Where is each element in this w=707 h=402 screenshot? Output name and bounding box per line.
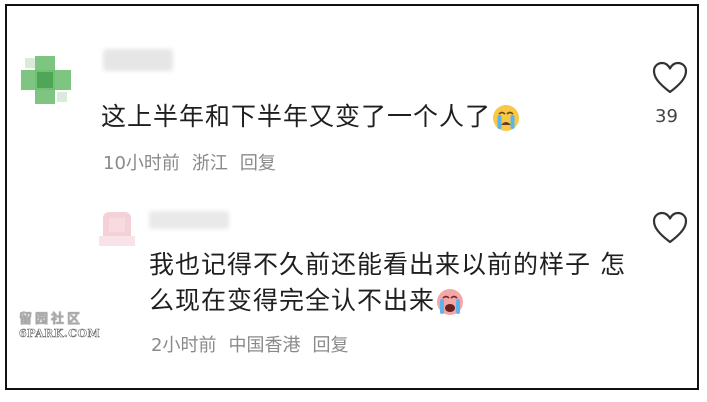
reply-button[interactable]: 回复: [312, 335, 348, 356]
watermark-logo: 留园社区 6PARK.COM: [19, 308, 100, 340]
avatar[interactable]: [95, 206, 139, 250]
location: 浙江: [191, 153, 228, 174]
heart-icon[interactable]: [652, 61, 688, 95]
comment-text: 这上半年和下半年又变了一个人了: [101, 97, 521, 133]
avatar[interactable]: [17, 52, 75, 110]
comment-panel: 这上半年和下半年又变了一个人了 10小时前 浙江 回复 39 我也记得不久前还能…: [5, 4, 699, 390]
reply-button[interactable]: 回复: [240, 153, 276, 174]
crying-face-emoji-icon: [493, 105, 520, 131]
location: 中国香港: [228, 335, 301, 356]
comment-meta: 2小时前 中国香港 回复: [151, 331, 360, 357]
username-blurred[interactable]: [149, 211, 229, 229]
comment-text: 我也记得不久前还能看出来以前的样子 怎么现在变得完全认不出来: [149, 250, 626, 315]
like-count: 39: [655, 106, 678, 127]
username-blurred[interactable]: [103, 49, 173, 71]
watermark-subtitle: 6PARK.COM: [19, 327, 101, 341]
timestamp: 10小时前: [103, 153, 180, 174]
comment-meta: 10小时前 浙江 回复: [103, 149, 288, 175]
heart-icon[interactable]: [652, 211, 688, 245]
timestamp: 2小时前: [151, 335, 217, 356]
watermark-title: 留园社区: [19, 312, 84, 327]
crying-face-emoji-icon: [437, 289, 464, 315]
